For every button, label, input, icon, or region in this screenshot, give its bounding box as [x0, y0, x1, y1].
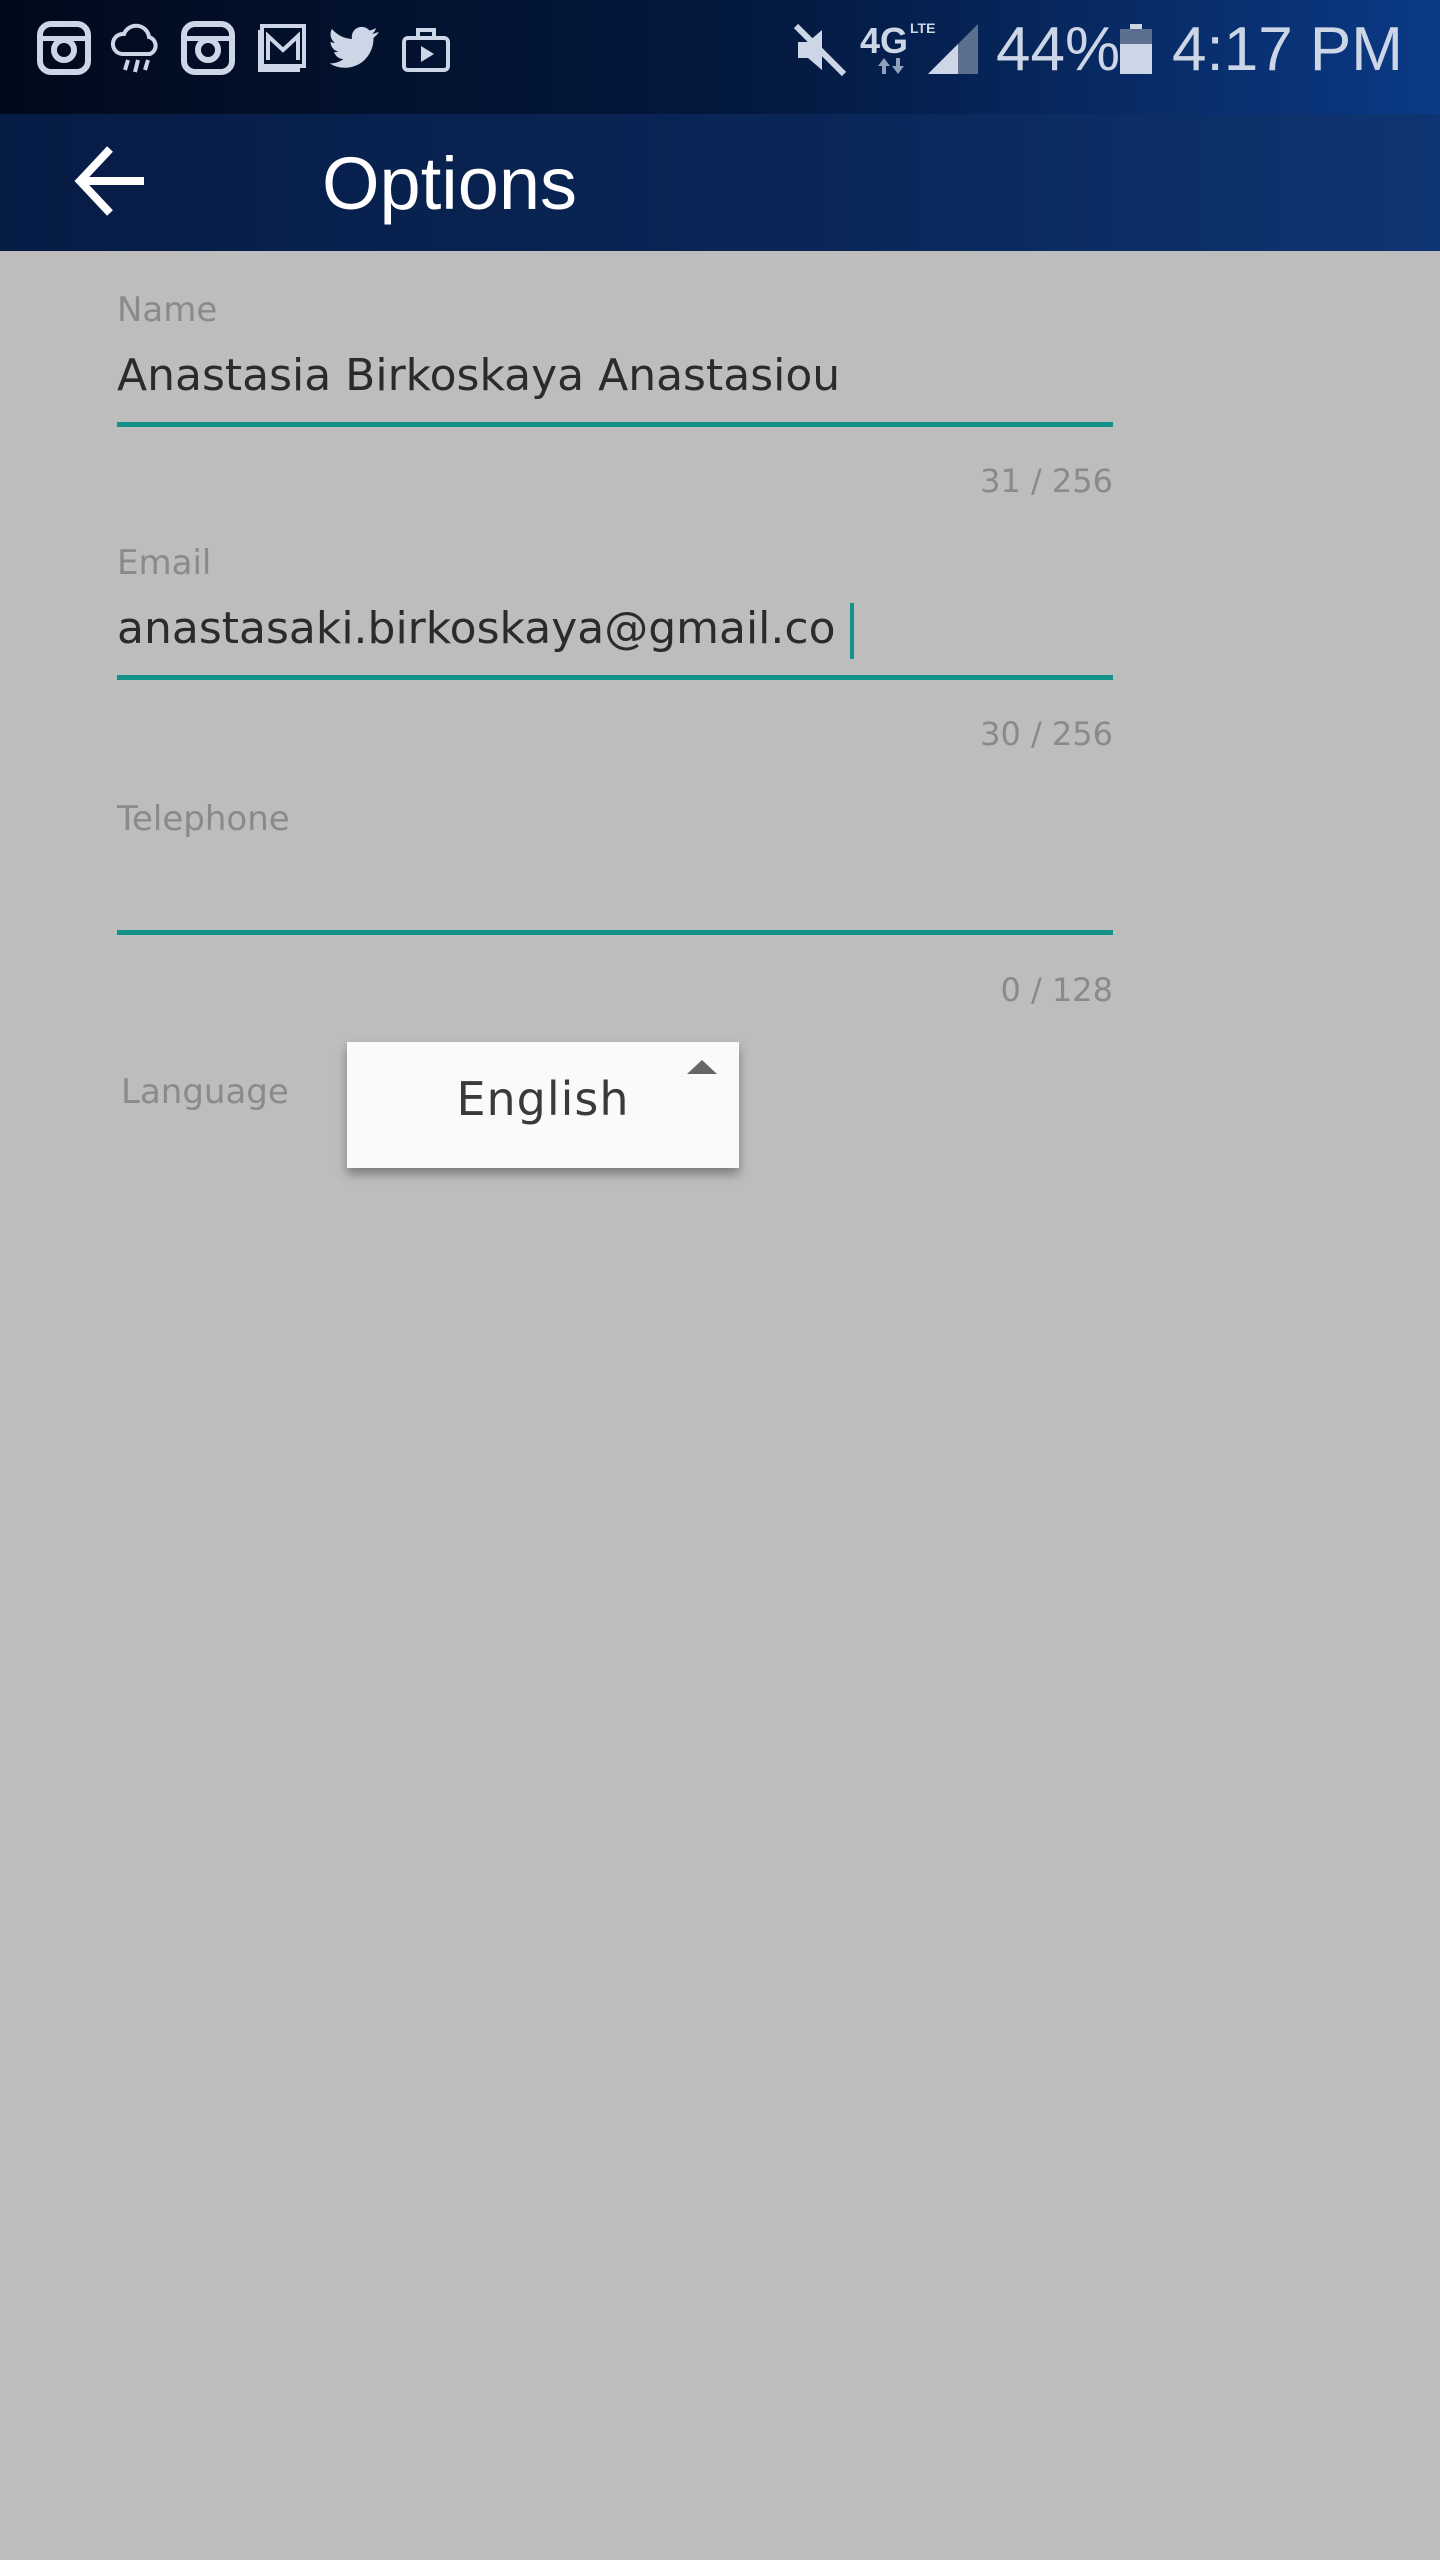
arrow-left-icon [74, 146, 144, 216]
email-field[interactable]: Email anastasaki.birkoskaya@gmail.co 30 … [117, 541, 1113, 761]
language-select[interactable]: English [347, 1042, 739, 1168]
text-cursor [849, 603, 854, 659]
email-input[interactable]: anastasaki.birkoskaya@gmail.co [117, 603, 836, 654]
network-type: 4G [860, 20, 909, 61]
email-label: Email [117, 543, 212, 583]
telephone-label: Telephone [117, 799, 290, 839]
email-input-wrap[interactable]: anastasaki.birkoskaya@gmail.co [117, 603, 854, 659]
email-underline [117, 675, 1113, 680]
telephone-underline [117, 930, 1113, 935]
telephone-char-counter: 0 / 128 [1000, 971, 1113, 1009]
telephone-field[interactable]: Telephone 0 / 128 [117, 797, 1113, 1017]
back-button[interactable] [60, 136, 160, 226]
caret-up-icon [687, 1060, 717, 1074]
cloud-rain-icon [108, 20, 164, 76]
instagram-icon [36, 20, 92, 76]
app-bar: Options [0, 114, 1440, 251]
battery-percent: 44% [996, 15, 1121, 84]
name-input[interactable]: Anastasia Birkoskaya Anastasiou [117, 350, 840, 401]
page-title: Options [322, 142, 578, 225]
language-label: Language [121, 1072, 289, 1112]
name-field[interactable]: Name Anastasia Birkoskaya Anastasiou 31 … [117, 288, 1113, 508]
name-label: Name [117, 290, 218, 330]
status-bar: 4G LTE 44% 4:17 PM [0, 0, 1440, 114]
data-arrows-icon [876, 58, 906, 74]
email-char-counter: 30 / 256 [980, 715, 1113, 753]
network-type-label: 4G LTE [860, 20, 935, 62]
mute-icon [790, 20, 850, 80]
twitter-icon [326, 20, 382, 76]
language-selected-value: English [456, 1072, 630, 1126]
name-char-counter: 31 / 256 [980, 462, 1113, 500]
clock: 4:17 PM [1172, 15, 1403, 84]
signal-icon [928, 24, 978, 74]
briefcase-play-icon [398, 20, 454, 76]
battery-icon [1120, 24, 1152, 74]
instagram-icon [180, 20, 236, 76]
name-underline [117, 422, 1113, 427]
mail-icon [254, 20, 310, 76]
